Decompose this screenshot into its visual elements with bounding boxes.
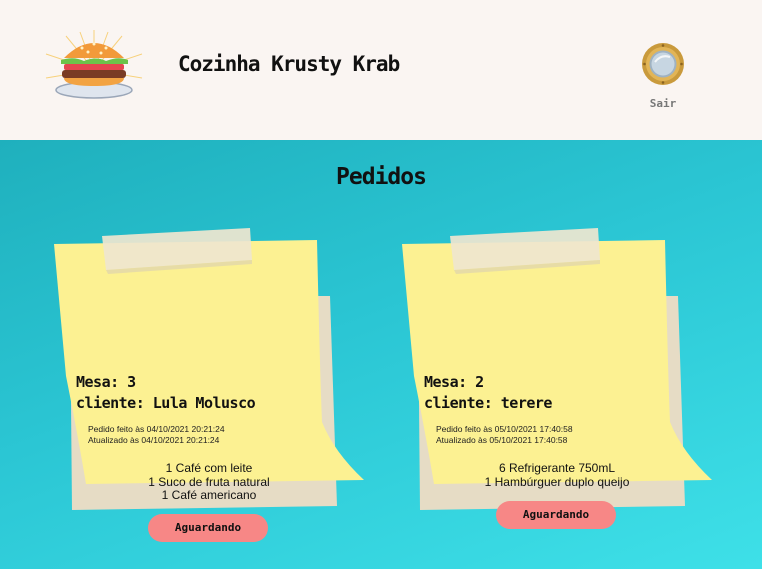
order-header: Mesa: 3 cliente: Lula Molusco [76,372,256,414]
orders-section: Pedidos Mesa: 3 cliente: Lula Molusco Pe… [0,140,762,569]
table-number: Mesa: 2 [424,373,484,391]
updated-at: Atualizado às 05/10/2021 17:40:58 [436,435,568,445]
porthole-exit-icon[interactable] [641,42,685,86]
app-header: Cozinha Krusty Krab Sair [0,0,762,140]
order-timestamps: Pedido feito às 05/10/2021 17:40:58 Atua… [436,424,573,446]
updated-at: Atualizado às 04/10/2021 20:21:24 [88,435,220,445]
table-number: Mesa: 3 [76,373,136,391]
order-items: 6 Refrigerante 750mL 1 Hambúrguer duplo … [442,461,672,489]
app-title: Cozinha Krusty Krab [178,52,400,76]
created-at: Pedido feito às 05/10/2021 17:40:58 [436,424,573,434]
order-item: 1 Suco de fruta natural [148,474,270,489]
exit-label[interactable]: Sair [638,97,688,110]
status-button[interactable]: Aguardando [148,514,268,542]
order-card: Mesa: 3 cliente: Lula Molusco Pedido fei… [54,226,374,542]
client-name: cliente: terere [424,394,552,412]
order-timestamps: Pedido feito às 04/10/2021 20:21:24 Atua… [88,424,225,446]
created-at: Pedido feito às 04/10/2021 20:21:24 [88,424,225,434]
order-card: Mesa: 2 cliente: terere Pedido feito às … [402,226,722,529]
status-button[interactable]: Aguardando [496,501,616,529]
client-name: cliente: Lula Molusco [76,394,256,412]
burger-icon [45,30,143,99]
page-title: Pedidos [336,164,427,190]
exit-button[interactable]: Sair [638,40,688,115]
order-items: 1 Café com leite 1 Suco de fruta natural… [94,461,324,503]
order-item: 1 Hambúrguer duplo queijo [484,474,630,489]
order-item: 6 Refrigerante 750mL [498,461,616,475]
order-item: 1 Café com leite [165,461,253,475]
order-item: 1 Café americano [161,488,257,502]
order-header: Mesa: 2 cliente: terere [424,372,552,414]
